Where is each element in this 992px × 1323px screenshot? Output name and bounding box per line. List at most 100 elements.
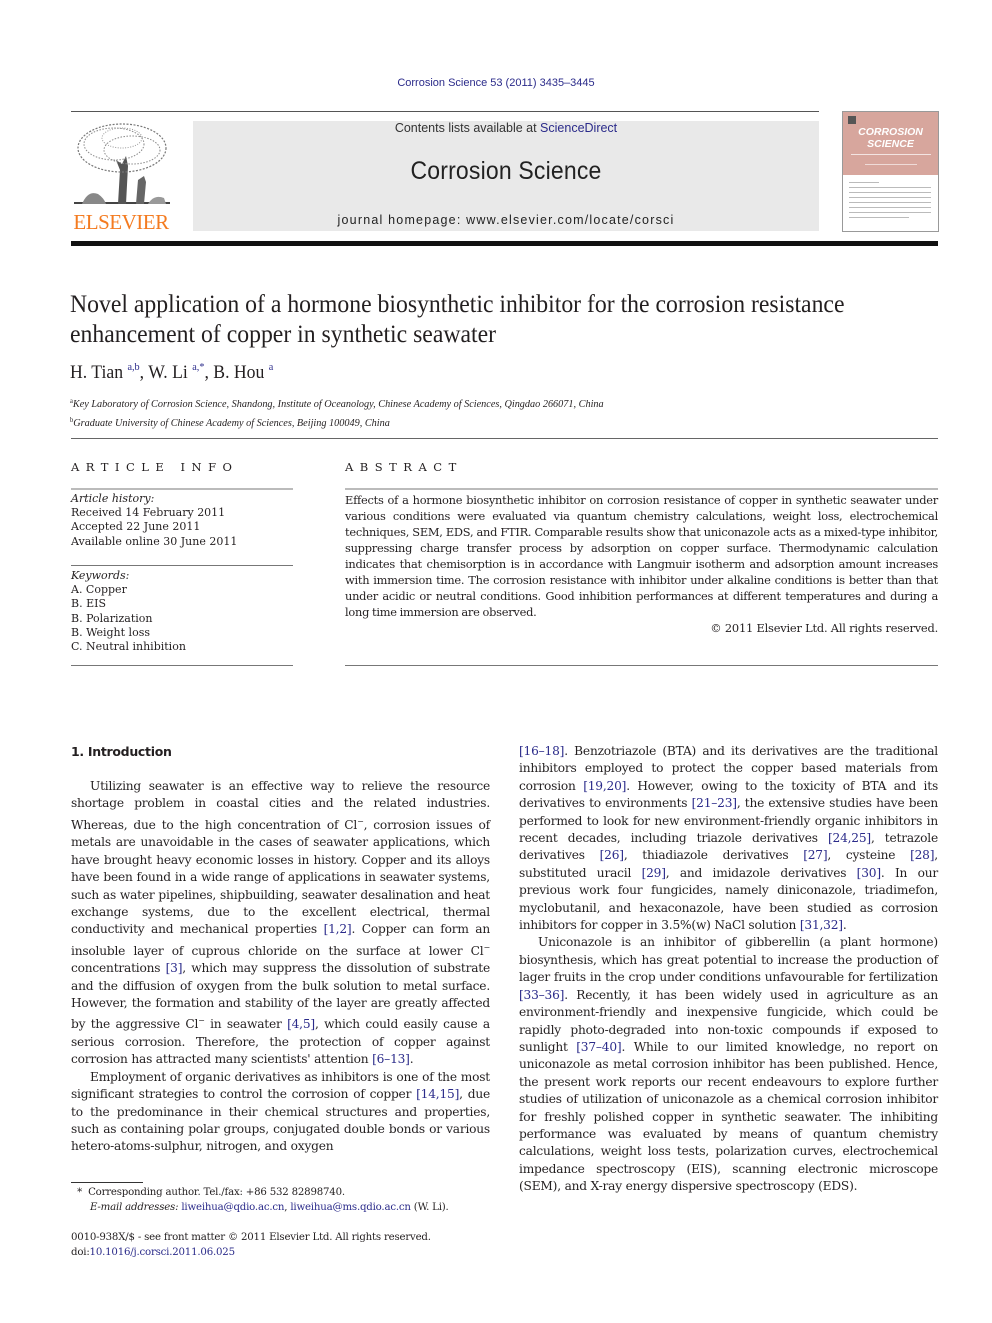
history-item-received: Received 14 February 2011 bbox=[71, 506, 226, 520]
cover-toc-line bbox=[849, 217, 909, 218]
divider bbox=[71, 438, 938, 439]
superscript: − bbox=[198, 1016, 205, 1026]
cover-subtitle-line bbox=[865, 164, 917, 165]
article-title: Novel application of a hormone biosynthe… bbox=[70, 289, 845, 348]
body-paragraph: Uniconazole is an inhibitor of gibberell… bbox=[519, 935, 938, 1194]
citation-link[interactable]: [21–23] bbox=[692, 796, 737, 810]
doi-line: doi:10.1016/j.corsci.2011.06.025 bbox=[71, 1245, 431, 1260]
cover-toc-line bbox=[849, 182, 879, 183]
keyword: A. Copper bbox=[71, 583, 127, 597]
citation-link[interactable]: [19,20] bbox=[583, 779, 626, 793]
author-affiliation-mark[interactable]: a bbox=[269, 361, 274, 373]
citation-link[interactable]: [6–13] bbox=[372, 1052, 410, 1066]
citation-link[interactable]: [16–18] bbox=[519, 744, 564, 758]
keyword: B. EIS bbox=[71, 597, 106, 611]
author-separator: , bbox=[204, 362, 214, 383]
body-paragraph: Utilizing seawater is an effective way t… bbox=[71, 779, 491, 1067]
citation-link[interactable]: [14,15] bbox=[416, 1087, 459, 1101]
body-paragraph: Employment of organic derivatives as inh… bbox=[71, 1069, 490, 1154]
author-list: H. Tian a,b, W. Li a,*, B. Hou a bbox=[70, 361, 273, 384]
history-item-online: Available online 30 June 2011 bbox=[71, 534, 238, 548]
cover-title-line2: SCIENCE bbox=[867, 138, 914, 150]
affiliation: bGraduate University of Chinese Academy … bbox=[70, 413, 604, 432]
citation-link[interactable]: [31,32] bbox=[800, 918, 843, 932]
abstract-heading: ABSTRACT bbox=[345, 460, 463, 474]
keyword: B. Polarization bbox=[71, 611, 153, 625]
cover-toc-line bbox=[849, 207, 931, 208]
citation-link[interactable]: [4,5] bbox=[287, 1017, 315, 1031]
cover-toc-line bbox=[849, 197, 931, 198]
header-rule bbox=[71, 111, 819, 112]
citation-link[interactable]: [30] bbox=[857, 866, 881, 880]
asterisk-mark: * bbox=[77, 1187, 82, 1198]
author-affiliation-mark[interactable]: a,* bbox=[192, 361, 204, 373]
superscript: − bbox=[357, 816, 364, 826]
divider bbox=[71, 665, 293, 666]
sciencedirect-link[interactable]: ScienceDirect bbox=[540, 121, 617, 135]
citation-link[interactable]: [1,2] bbox=[324, 922, 352, 936]
cover-toc-line bbox=[849, 192, 931, 193]
homepage-prefix: journal homepage: bbox=[337, 213, 467, 227]
author-name[interactable]: W. Li bbox=[148, 362, 188, 383]
elsevier-wordmark: ELSEVIER bbox=[73, 210, 169, 234]
email-link[interactable]: liweihua@ms.qdio.ac.cn bbox=[290, 1202, 411, 1213]
elsevier-logo[interactable]: ELSEVIER bbox=[70, 120, 172, 234]
journal-title: Corrosion Science bbox=[410, 157, 602, 185]
journal-homepage: journal homepage: www.elsevier.com/locat… bbox=[193, 213, 819, 227]
corresponding-author-text: Corresponding author. Tel./fax: +86 532 … bbox=[88, 1187, 345, 1198]
author-separator: , bbox=[139, 362, 149, 383]
footnote-rule bbox=[71, 1182, 143, 1183]
footnotes: * Corresponding author. Tel./fax: +86 53… bbox=[71, 1185, 449, 1215]
divider bbox=[71, 488, 293, 490]
cover-title-line1: CORROSION bbox=[858, 126, 923, 138]
header-heavy-rule bbox=[71, 241, 938, 246]
body-paragraph: [16–18]. Benzotriazole (BTA) and its der… bbox=[519, 744, 939, 933]
doi-prefix: doi: bbox=[71, 1247, 90, 1258]
email-link[interactable]: liweihua@qdio.ac.cn bbox=[181, 1202, 284, 1213]
journal-reference[interactable]: Corrosion Science 53 (2011) 3435–3445 bbox=[0, 77, 992, 89]
cover-toc-line bbox=[849, 212, 931, 213]
issn-doi-block: 0010-938X/$ - see front matter © 2011 El… bbox=[71, 1230, 431, 1260]
cover-banner: CORROSION SCIENCE bbox=[843, 112, 938, 175]
body-column-left: Utilizing seawater is an effective way t… bbox=[71, 778, 490, 1156]
author-name[interactable]: H. Tian bbox=[70, 362, 123, 383]
citation-link[interactable]: [29] bbox=[642, 866, 666, 880]
citation-link[interactable]: [24,25] bbox=[828, 831, 871, 845]
citation-link[interactable]: [3] bbox=[166, 961, 183, 975]
doi-link[interactable]: 10.1016/j.corsci.2011.06.025 bbox=[90, 1247, 236, 1258]
homepage-link[interactable]: www.elsevier.com/locate/corsci bbox=[466, 213, 674, 227]
citation-link[interactable]: [28] bbox=[910, 848, 934, 862]
affiliation: aKey Laboratory of Corrosion Science, Sh… bbox=[70, 394, 604, 413]
affiliation-text: Graduate University of Chinese Academy o… bbox=[73, 416, 390, 429]
abstract-text: Effects of a hormone biosynthetic inhibi… bbox=[345, 493, 938, 619]
journal-masthead: Contents lists available at ScienceDirec… bbox=[193, 121, 819, 231]
email-note: E-mail addresses: liweihua@qdio.ac.cn, l… bbox=[90, 1202, 449, 1213]
citation-link[interactable]: [26] bbox=[600, 848, 624, 862]
email-label: E-mail addresses: bbox=[90, 1202, 179, 1213]
contents-availability: Contents lists available at ScienceDirec… bbox=[193, 121, 819, 135]
journal-cover-image[interactable]: CORROSION SCIENCE bbox=[842, 111, 939, 232]
citation-link[interactable]: [37–40] bbox=[576, 1040, 621, 1054]
citation-link[interactable]: [27] bbox=[803, 848, 827, 862]
superscript: − bbox=[483, 942, 490, 952]
author-name[interactable]: B. Hou bbox=[213, 362, 264, 383]
body-column-right: [16–18]. Benzotriazole (BTA) and its der… bbox=[519, 743, 938, 1196]
affiliation-text: Key Laboratory of Corrosion Science, Sha… bbox=[72, 398, 604, 410]
keyword: C. Neutral inhibition bbox=[71, 640, 186, 654]
abstract-copyright: © 2011 Elsevier Ltd. All rights reserved… bbox=[710, 621, 938, 635]
article-history-label: Article history: bbox=[71, 492, 155, 505]
cover-toc-line bbox=[849, 202, 931, 203]
email-suffix: (W. Li). bbox=[410, 1202, 449, 1213]
keywords: Keywords: A. Copper B. EIS B. Polarizati… bbox=[71, 569, 186, 654]
cover-title: CORROSION SCIENCE bbox=[843, 126, 938, 150]
issn-line: 0010-938X/$ - see front matter © 2011 El… bbox=[71, 1232, 431, 1243]
corresponding-author-note: * Corresponding author. Tel./fax: +86 53… bbox=[71, 1185, 449, 1200]
article-info-heading: ARTICLE INFO bbox=[71, 460, 239, 474]
cover-logo-icon bbox=[848, 116, 856, 124]
affiliations: aKey Laboratory of Corrosion Science, Sh… bbox=[70, 394, 604, 431]
keywords-label: Keywords: bbox=[71, 569, 130, 582]
keyword: B. Weight loss bbox=[71, 625, 150, 639]
author-affiliation-mark[interactable]: a,b bbox=[127, 361, 139, 373]
citation-link[interactable]: [33–36] bbox=[519, 988, 564, 1002]
article-history: Article history: Received 14 February 20… bbox=[71, 492, 237, 549]
